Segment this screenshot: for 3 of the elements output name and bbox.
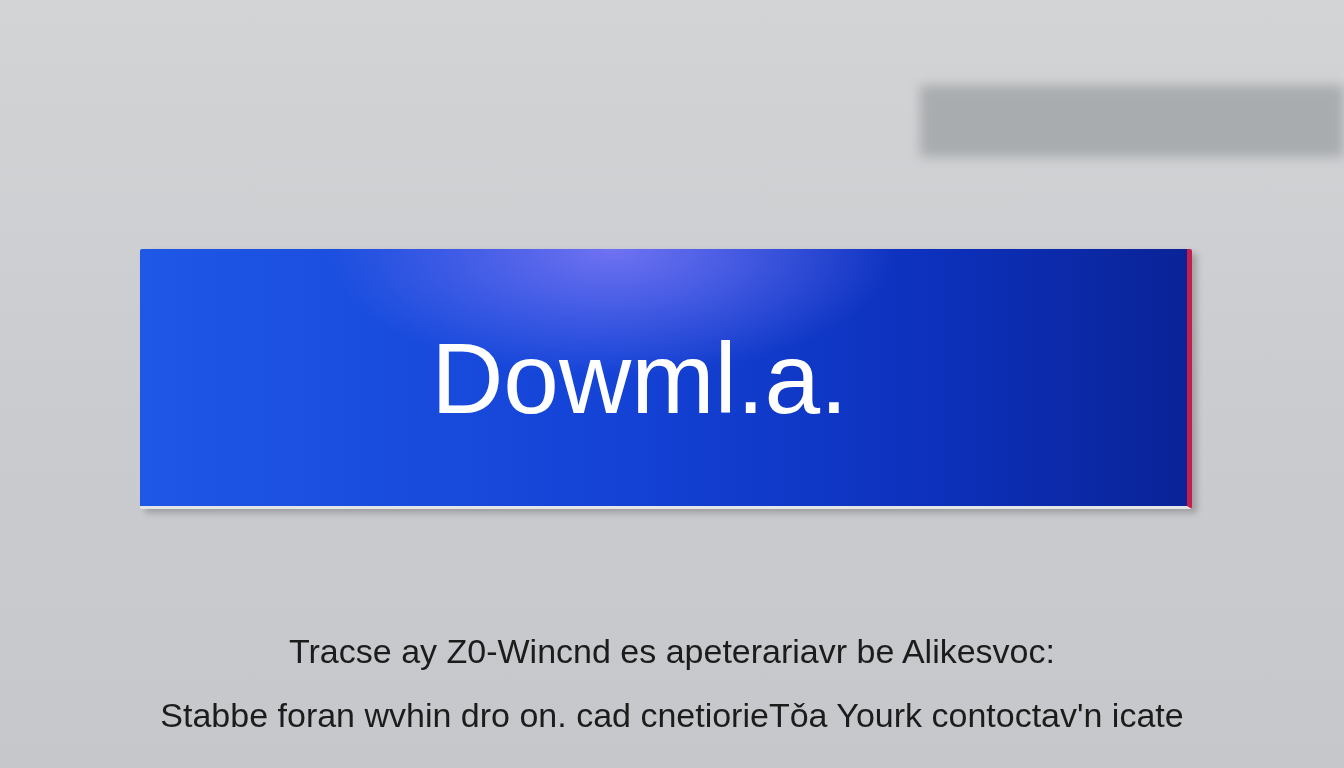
download-button[interactable]: Dowml.a. [140, 249, 1192, 509]
caption-line: Stabbe foran wvhin dro on. cad cnetiorieTǒa Yourk contoctav'n icate [160, 695, 1184, 735]
caption-line: Tracse ay Z0-Wincnd es apeterariavr be Alikesvoc: [289, 631, 1055, 671]
